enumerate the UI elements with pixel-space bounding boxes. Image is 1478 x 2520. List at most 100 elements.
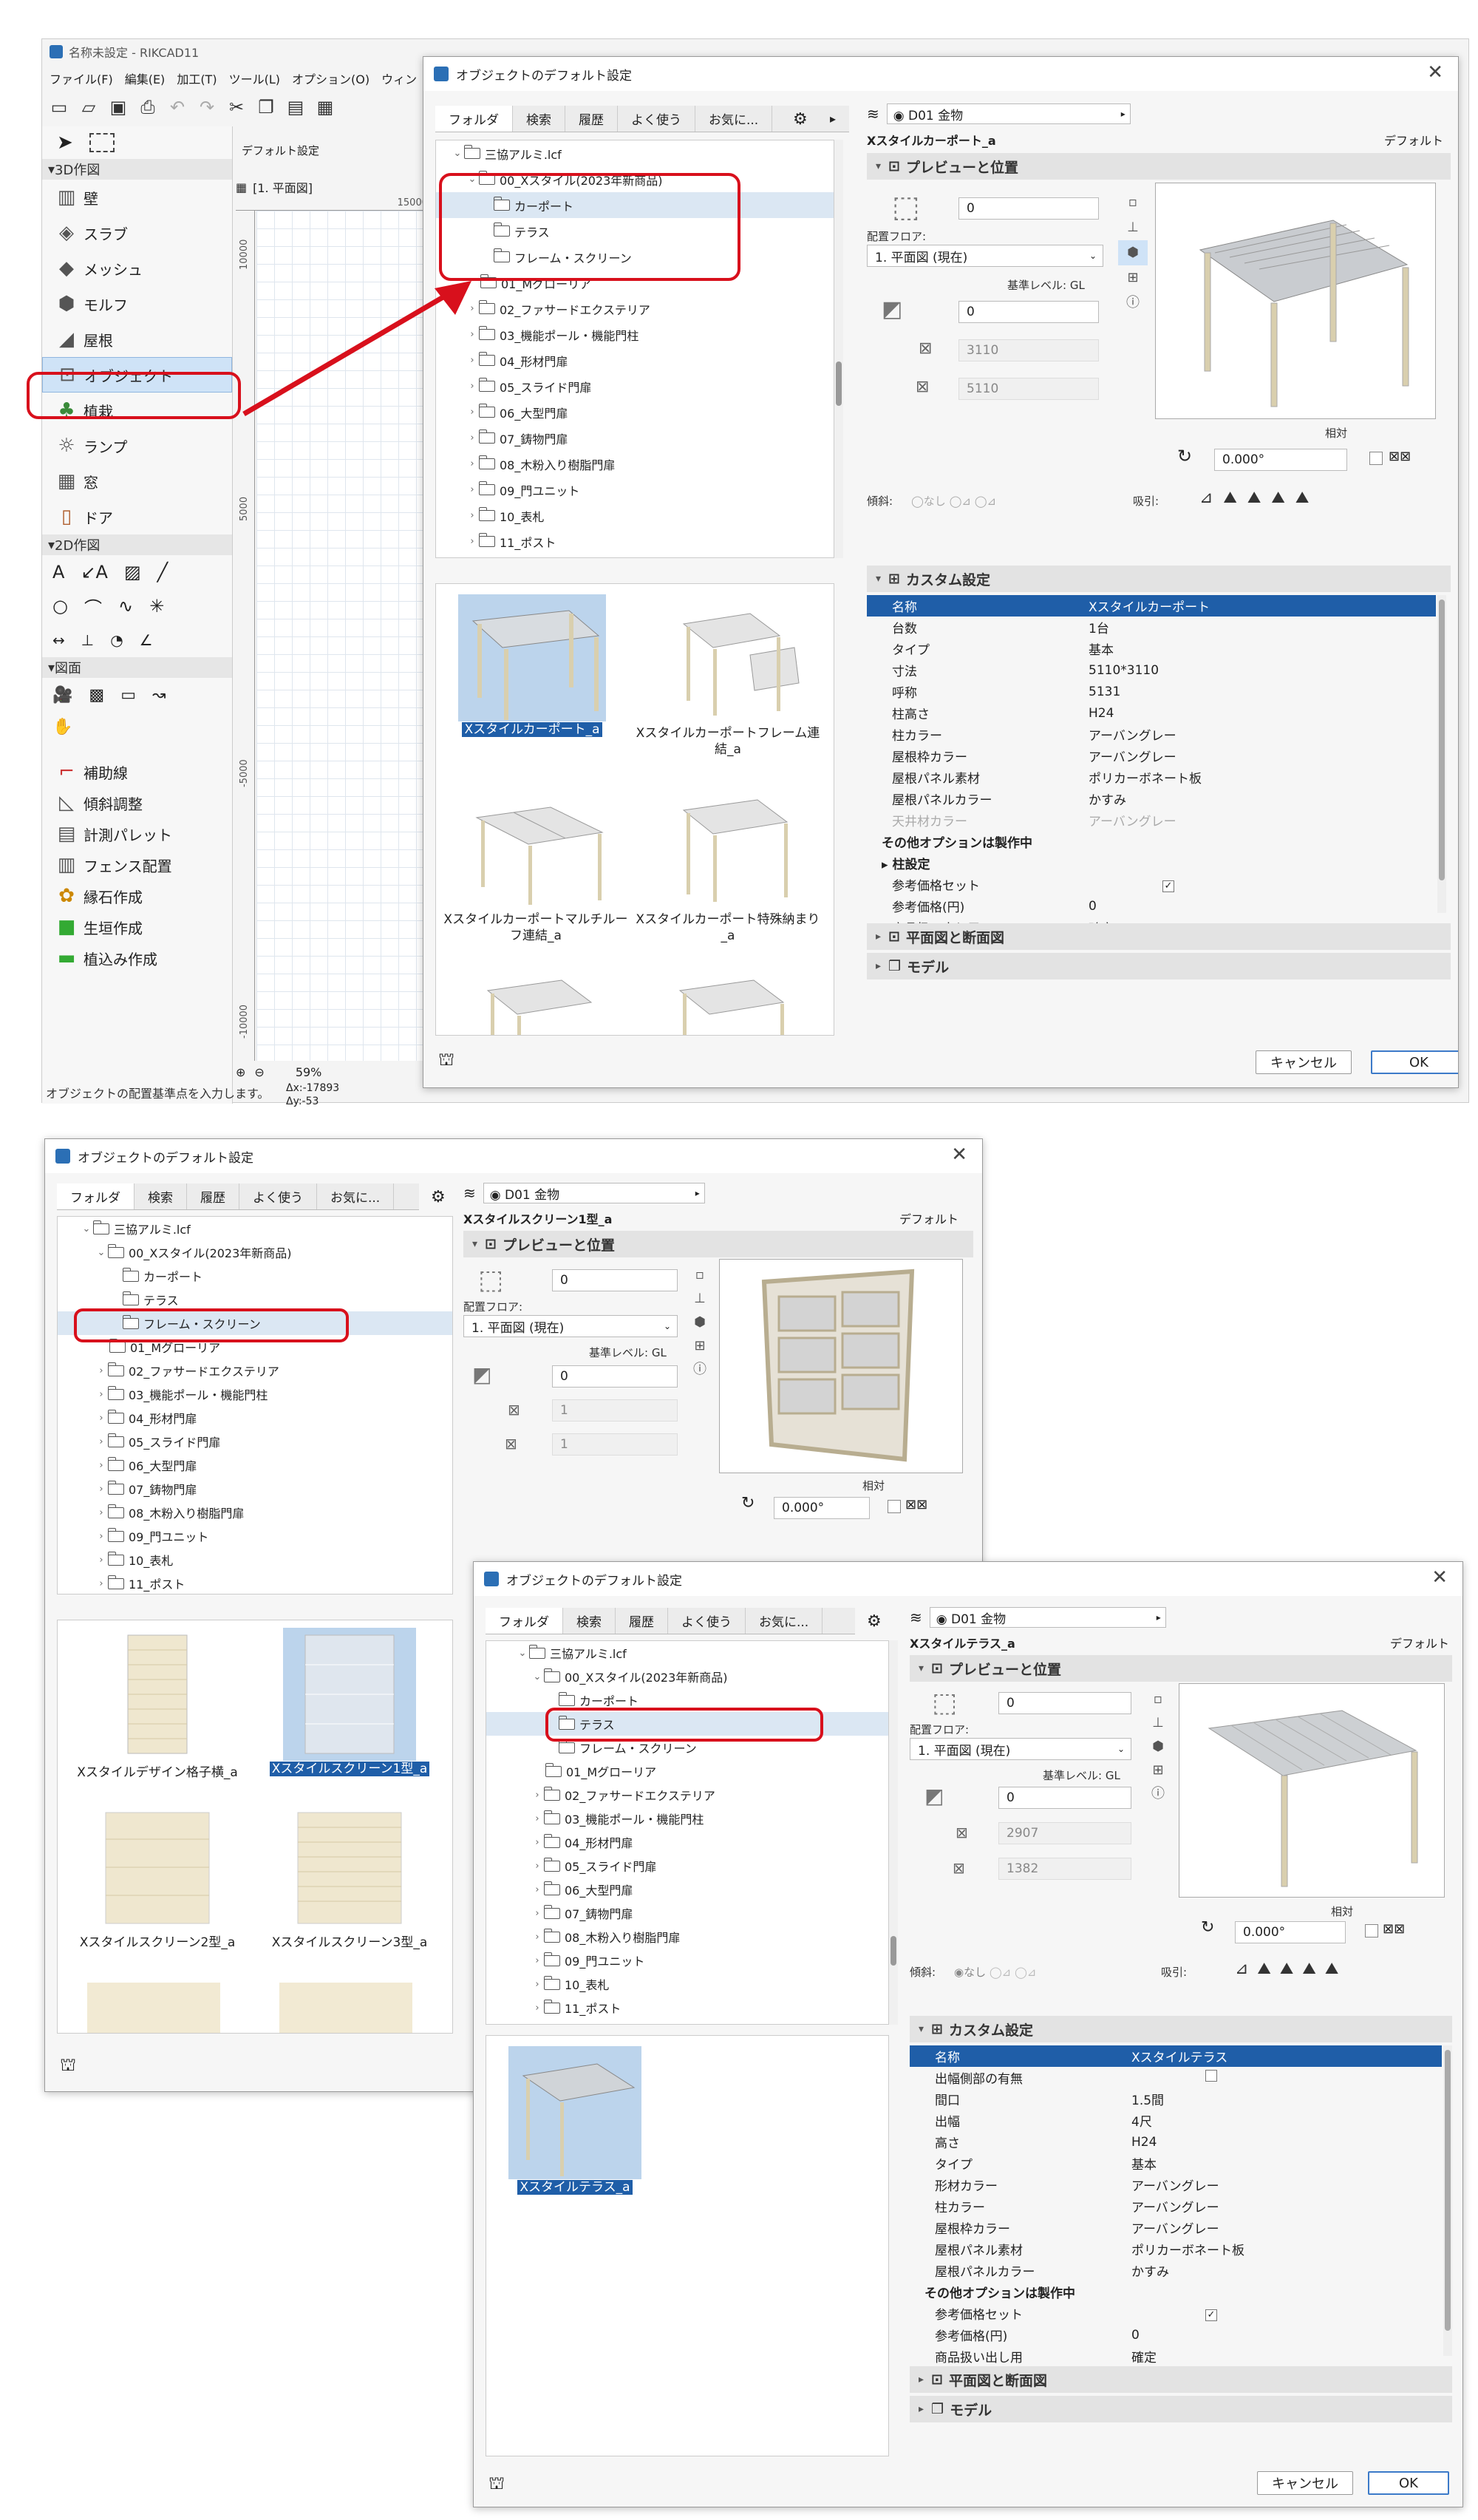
info-icon[interactable]: ⓘ bbox=[1118, 291, 1148, 316]
hotspot-tool-icon[interactable]: ✳ bbox=[149, 596, 164, 617]
tree-node-folder-06[interactable]: › 06_大型門扉 bbox=[436, 399, 834, 425]
tab-search[interactable]: 検索 bbox=[134, 1183, 187, 1209]
undo-icon[interactable]: ↶ bbox=[165, 95, 190, 120]
property-row[interactable]: 屋根枠カラー アーバングレー bbox=[910, 2217, 1442, 2238]
mirror-checkbox[interactable] bbox=[1369, 452, 1383, 465]
property-value[interactable]: H24 bbox=[1131, 2135, 1442, 2150]
menu-file[interactable]: ファイル(F) bbox=[50, 69, 113, 87]
tree-node-folder-01[interactable]: 01_Mグローリア bbox=[486, 1759, 888, 1783]
object-tile[interactable] bbox=[87, 1983, 220, 2033]
property-value[interactable]: アーバングレー bbox=[1089, 725, 1436, 744]
section-3d[interactable]: ▾ 3D作図 bbox=[42, 159, 232, 180]
trace-tool-icon[interactable]: ↝ bbox=[152, 686, 166, 704]
object-tile[interactable]: Xスタイルスクリーン2型_a bbox=[65, 1805, 250, 1968]
tab-frequent[interactable]: よく使う bbox=[618, 106, 695, 132]
line-tool-icon[interactable]: ╱ bbox=[157, 562, 168, 583]
property-group[interactable]: その他オプションは製作中 bbox=[910, 2281, 1442, 2303]
object-tile[interactable]: Xスタイルカーポートマルチルーフ連結_a bbox=[443, 781, 628, 951]
tool-wall[interactable]: ▥ 壁 bbox=[42, 180, 232, 215]
hatch-tool-icon[interactable]: ▨ bbox=[124, 562, 141, 583]
tab-favorites[interactable]: お気に... bbox=[317, 1183, 395, 1209]
tool-hedge[interactable]: ■ 生垣作成 bbox=[42, 911, 232, 943]
top-height-field[interactable]: 0 bbox=[958, 197, 1099, 220]
tree-node-folder-11[interactable]: › 11_ポスト bbox=[58, 1572, 452, 1594]
plan-view-icon[interactable]: ▫ bbox=[1118, 190, 1148, 215]
print-icon[interactable]: ⎙ bbox=[135, 95, 160, 120]
polyline-tool-icon[interactable]: ⌒ bbox=[84, 594, 102, 619]
tool-door[interactable]: ▯ ドア bbox=[42, 499, 232, 534]
mirror-checkbox[interactable] bbox=[1365, 1924, 1378, 1937]
tree-node-folder-09[interactable]: › 09_門ユニット bbox=[486, 1949, 888, 1972]
relative-label[interactable]: 相対 bbox=[862, 1478, 885, 1493]
panel-plan-section[interactable]: ▸ ⊡ 平面図と断面図 bbox=[910, 2366, 1452, 2393]
property-scrollbar[interactable] bbox=[1437, 595, 1446, 913]
property-row[interactable]: 商品扱い出し用 確定 bbox=[910, 2346, 1442, 2367]
property-value[interactable]: 基本 bbox=[1131, 2154, 1442, 2173]
3d-view-icon[interactable]: ⬢ bbox=[1118, 240, 1148, 265]
property-row[interactable]: 間口 1.5間 bbox=[910, 2088, 1442, 2110]
base-level-label[interactable]: 基準レベル: GL bbox=[589, 1345, 667, 1360]
tree-node-folder-08[interactable]: › 08_木粉入り樹脂門扉 bbox=[436, 451, 834, 477]
tree-node-series[interactable]: ⌄ 00_Xスタイル(2023年新商品) bbox=[58, 1240, 452, 1264]
panel-preview-position[interactable]: ▾ ⊡ プレビューと位置 bbox=[867, 153, 1451, 180]
base-height-field[interactable]: 0 bbox=[552, 1365, 678, 1388]
tool-lamp[interactable]: ☼ ランプ bbox=[42, 428, 232, 463]
tree-node-folder-05[interactable]: › 05_スライド門扉 bbox=[486, 1854, 888, 1878]
plan-view-icon[interactable]: ▫ bbox=[1143, 1688, 1173, 1711]
tree-node-folder-09[interactable]: › 09_門ユニット bbox=[58, 1524, 452, 1548]
redo-icon[interactable]: ↷ bbox=[194, 95, 219, 120]
property-value[interactable]: かすみ bbox=[1131, 2261, 1442, 2280]
side-view-icon[interactable]: ⊥ bbox=[685, 1287, 715, 1311]
property-value[interactable]: かすみ bbox=[1089, 789, 1436, 808]
property-row[interactable]: 柱カラー アーバングレー bbox=[910, 2195, 1442, 2217]
property-value[interactable]: H24 bbox=[1089, 706, 1436, 721]
width-field[interactable]: 3110 bbox=[958, 339, 1099, 361]
tree-node-root[interactable]: ⌄ 三協アルミ.lcf bbox=[486, 1641, 888, 1665]
checkbox[interactable]: ✓ bbox=[1205, 2309, 1217, 2321]
3d-view-icon[interactable]: ⬢ bbox=[685, 1311, 715, 1334]
tree-node-folder-03[interactable]: › 03_機能ポール・機能門柱 bbox=[436, 322, 834, 347]
object-tile[interactable]: Xスタイルテラス_a bbox=[501, 2046, 649, 2216]
tree-node-folder-07[interactable]: › 07_鋳物門扉 bbox=[486, 1901, 888, 1925]
property-value[interactable] bbox=[1131, 2070, 1442, 2085]
property-row[interactable]: 寸法 5110*3110 bbox=[867, 659, 1436, 681]
tree-node-root[interactable]: ⌄ 三協アルミ.lcf bbox=[58, 1217, 452, 1240]
property-row[interactable]: 屋根パネル素材 ポリカーボネート板 bbox=[867, 767, 1436, 788]
panel-preview-position[interactable]: ▾ ⊡ プレビューと位置 bbox=[910, 1655, 1452, 1682]
tree-scrollbar[interactable] bbox=[889, 1640, 898, 2025]
tree-node-folder-10[interactable]: › 10_表札 bbox=[58, 1548, 452, 1572]
tab-folder[interactable]: フォルダ bbox=[57, 1183, 134, 1209]
ok-button[interactable]: OK bbox=[1371, 1050, 1458, 1074]
property-value[interactable]: 基本 bbox=[1089, 639, 1436, 658]
tree-node-folder-03[interactable]: › 03_機能ポール・機能門柱 bbox=[486, 1807, 888, 1830]
tree-node-folder-04[interactable]: › 04_形材門扉 bbox=[436, 347, 834, 373]
depth-field[interactable]: 1382 bbox=[998, 1858, 1131, 1880]
preview-3d[interactable] bbox=[1155, 183, 1436, 419]
tree-node-folder-05[interactable]: › 05_スライド門扉 bbox=[58, 1430, 452, 1453]
checkbox[interactable] bbox=[1205, 2070, 1217, 2082]
plan-view-icon[interactable]: ▫ bbox=[685, 1263, 715, 1287]
tree-node-root[interactable]: ⌄ 三協アルミ.lcf bbox=[436, 140, 834, 166]
settings-gear-icon[interactable]: ⚙ bbox=[431, 1188, 446, 1206]
tab-scroll-icon[interactable]: ▸ bbox=[830, 112, 836, 126]
tree-node-folder-06[interactable]: › 06_大型門扉 bbox=[58, 1453, 452, 1477]
side-view-icon[interactable]: ⊥ bbox=[1118, 215, 1148, 240]
tilt-none-radio[interactable]: ◉なし ◯⊿ ◯⊿ bbox=[954, 1964, 1036, 1980]
tree-node-folder-02[interactable]: › 02_ファサードエクステリア bbox=[58, 1359, 452, 1382]
panel-model[interactable]: ▸ ❒ モデル bbox=[910, 2396, 1452, 2422]
property-row[interactable]: 呼称 5131 bbox=[867, 681, 1436, 702]
base-level-label[interactable]: 基準レベル: GL bbox=[1007, 277, 1085, 293]
tool-guide-line[interactable]: ⌐ 補助線 bbox=[42, 756, 232, 787]
property-value[interactable]: ポリカーボネート板 bbox=[1089, 768, 1436, 787]
tab-favorites[interactable]: お気に... bbox=[746, 1608, 823, 1634]
property-group[interactable]: その他オプションは製作中 bbox=[867, 831, 1436, 852]
open-file-icon[interactable]: ▱ bbox=[76, 95, 101, 120]
section-2d[interactable]: ▾ 2D作図 bbox=[42, 534, 232, 555]
property-row[interactable]: 柱カラー アーバングレー bbox=[867, 724, 1436, 745]
angle-dim-icon[interactable]: ∠ bbox=[140, 631, 153, 649]
front-view-icon[interactable]: ⊞ bbox=[1143, 1759, 1173, 1782]
tree-node-folder-05[interactable]: › 05_スライド門扉 bbox=[436, 373, 834, 399]
close-icon[interactable]: ✕ bbox=[1431, 1566, 1448, 1589]
menu-options[interactable]: オプション(O) bbox=[292, 69, 370, 87]
property-value[interactable]: ✓ bbox=[1089, 877, 1436, 892]
